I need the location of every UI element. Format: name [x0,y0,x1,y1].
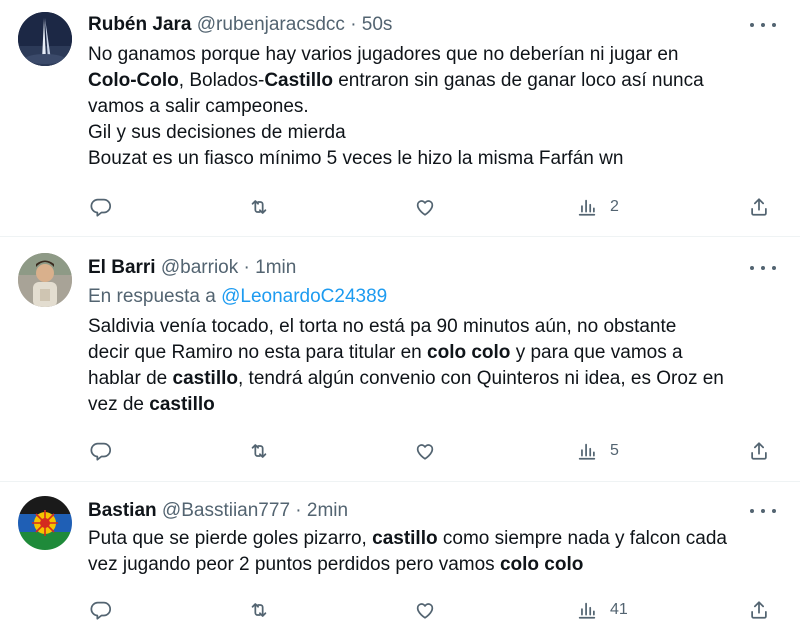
reply-button[interactable] [90,596,112,624]
tweet-text: Puta que se pierde goles pizarro, castil… [88,526,778,578]
action-bar: 41 [88,596,778,624]
action-bar: 5 [88,437,778,465]
reply-icon [90,442,112,461]
like-button[interactable] [414,596,436,624]
text-line: Puta que se pierde goles pizarro, castil… [88,528,727,549]
share-icon [751,198,767,216]
retweet-icon [251,200,267,214]
keyword-highlight: colo colo [499,554,584,575]
reply-icon [90,198,112,217]
action-bar: 2 [88,193,778,221]
reply-prefix: En respuesta a [88,286,216,307]
reply-mention-link[interactable]: @LeonardoC24389 [221,286,387,307]
views-count: 41 [610,601,628,618]
reply-icon [90,601,112,620]
tweet-header: Rubén Jara @rubenjaracsdcc · 50s [88,13,392,37]
timestamp[interactable]: 2min [307,500,348,521]
avatar[interactable] [18,12,72,66]
reply-context: En respuesta a @LeonardoC24389 [88,286,387,308]
views-button[interactable]: 2 [576,193,619,221]
text-line: Gil y sus decisiones de mierda [88,122,346,143]
like-icon [416,444,434,460]
avatar[interactable] [18,253,72,307]
more-icon[interactable] [750,21,776,29]
retweet-icon [251,603,267,617]
tweet-header: El Barri @barriok · 1min [88,256,296,280]
text-line: vez de castillo [88,394,215,415]
retweet-button[interactable] [248,596,270,624]
keyword-highlight: Colo-Colo [88,70,179,91]
text-line: No ganamos porque hay varios jugadores q… [88,44,679,65]
like-button[interactable] [414,193,436,221]
text-line: decir que Ramiro no esta para titular en… [88,342,683,363]
tweet[interactable]: Bastian @Basstiian777 · 2min Puta que se… [0,482,800,632]
views-button[interactable]: 5 [576,437,619,465]
like-icon [416,200,434,216]
views-icon [578,199,596,216]
timestamp[interactable]: 50s [362,14,393,35]
views-icon [578,602,596,619]
separator: · [295,500,302,521]
text-line: vez jugando peor 2 puntos perdidos pero … [88,554,584,575]
keyword-highlight: colo colo [427,342,511,363]
text-line: hablar de castillo, tendrá algún conveni… [88,368,724,389]
more-icon[interactable] [750,264,776,272]
retweet-button[interactable] [248,193,270,221]
more-icon[interactable] [750,507,776,515]
share-button[interactable] [748,596,770,624]
keyword-highlight: castillo [149,394,215,415]
share-button[interactable] [748,193,770,221]
text-line: Bouzat es un fiasco mínimo 5 veces le hi… [88,148,624,169]
user-handle[interactable]: @rubenjaracsdcc [197,14,345,35]
reply-button[interactable] [90,193,112,221]
keyword-highlight: castillo [372,528,438,549]
tweet[interactable]: El Barri @barriok · 1min En respuesta a … [0,237,800,482]
tweet-text: No ganamos porque hay varios jugadores q… [88,42,778,172]
display-name[interactable]: El Barri [88,257,156,278]
tweet-header: Bastian @Basstiian777 · 2min [88,499,348,523]
views-icon [578,443,596,460]
share-icon [751,601,767,619]
avatar[interactable] [18,496,72,550]
tweet-text: Saldivia venía tocado, el torta no está … [88,314,778,418]
tweet[interactable]: Rubén Jara @rubenjaracsdcc · 50s No gana… [0,0,800,237]
separator: · [243,257,250,278]
text-line: Colo-Colo, Bolados-Castillo entraron sin… [88,70,704,91]
views-button[interactable]: 41 [576,596,628,624]
reply-button[interactable] [90,437,112,465]
retweet-button[interactable] [248,437,270,465]
user-handle[interactable]: @barriok [161,257,238,278]
text-line: Saldivia venía tocado, el torta no está … [88,316,677,337]
like-button[interactable] [414,437,436,465]
views-count: 5 [610,442,619,459]
like-icon [416,603,434,619]
retweet-icon [251,444,267,458]
text-line: vamos a salir campeones. [88,96,309,117]
views-count: 2 [610,198,619,215]
timestamp[interactable]: 1min [255,257,296,278]
keyword-highlight: castillo [172,368,238,389]
keyword-highlight: Castillo [264,70,333,91]
user-handle[interactable]: @Basstiian777 [162,500,290,521]
separator: · [350,14,357,35]
share-button[interactable] [748,437,770,465]
display-name[interactable]: Rubén Jara [88,14,191,35]
share-icon [751,442,767,460]
display-name[interactable]: Bastian [88,500,157,521]
